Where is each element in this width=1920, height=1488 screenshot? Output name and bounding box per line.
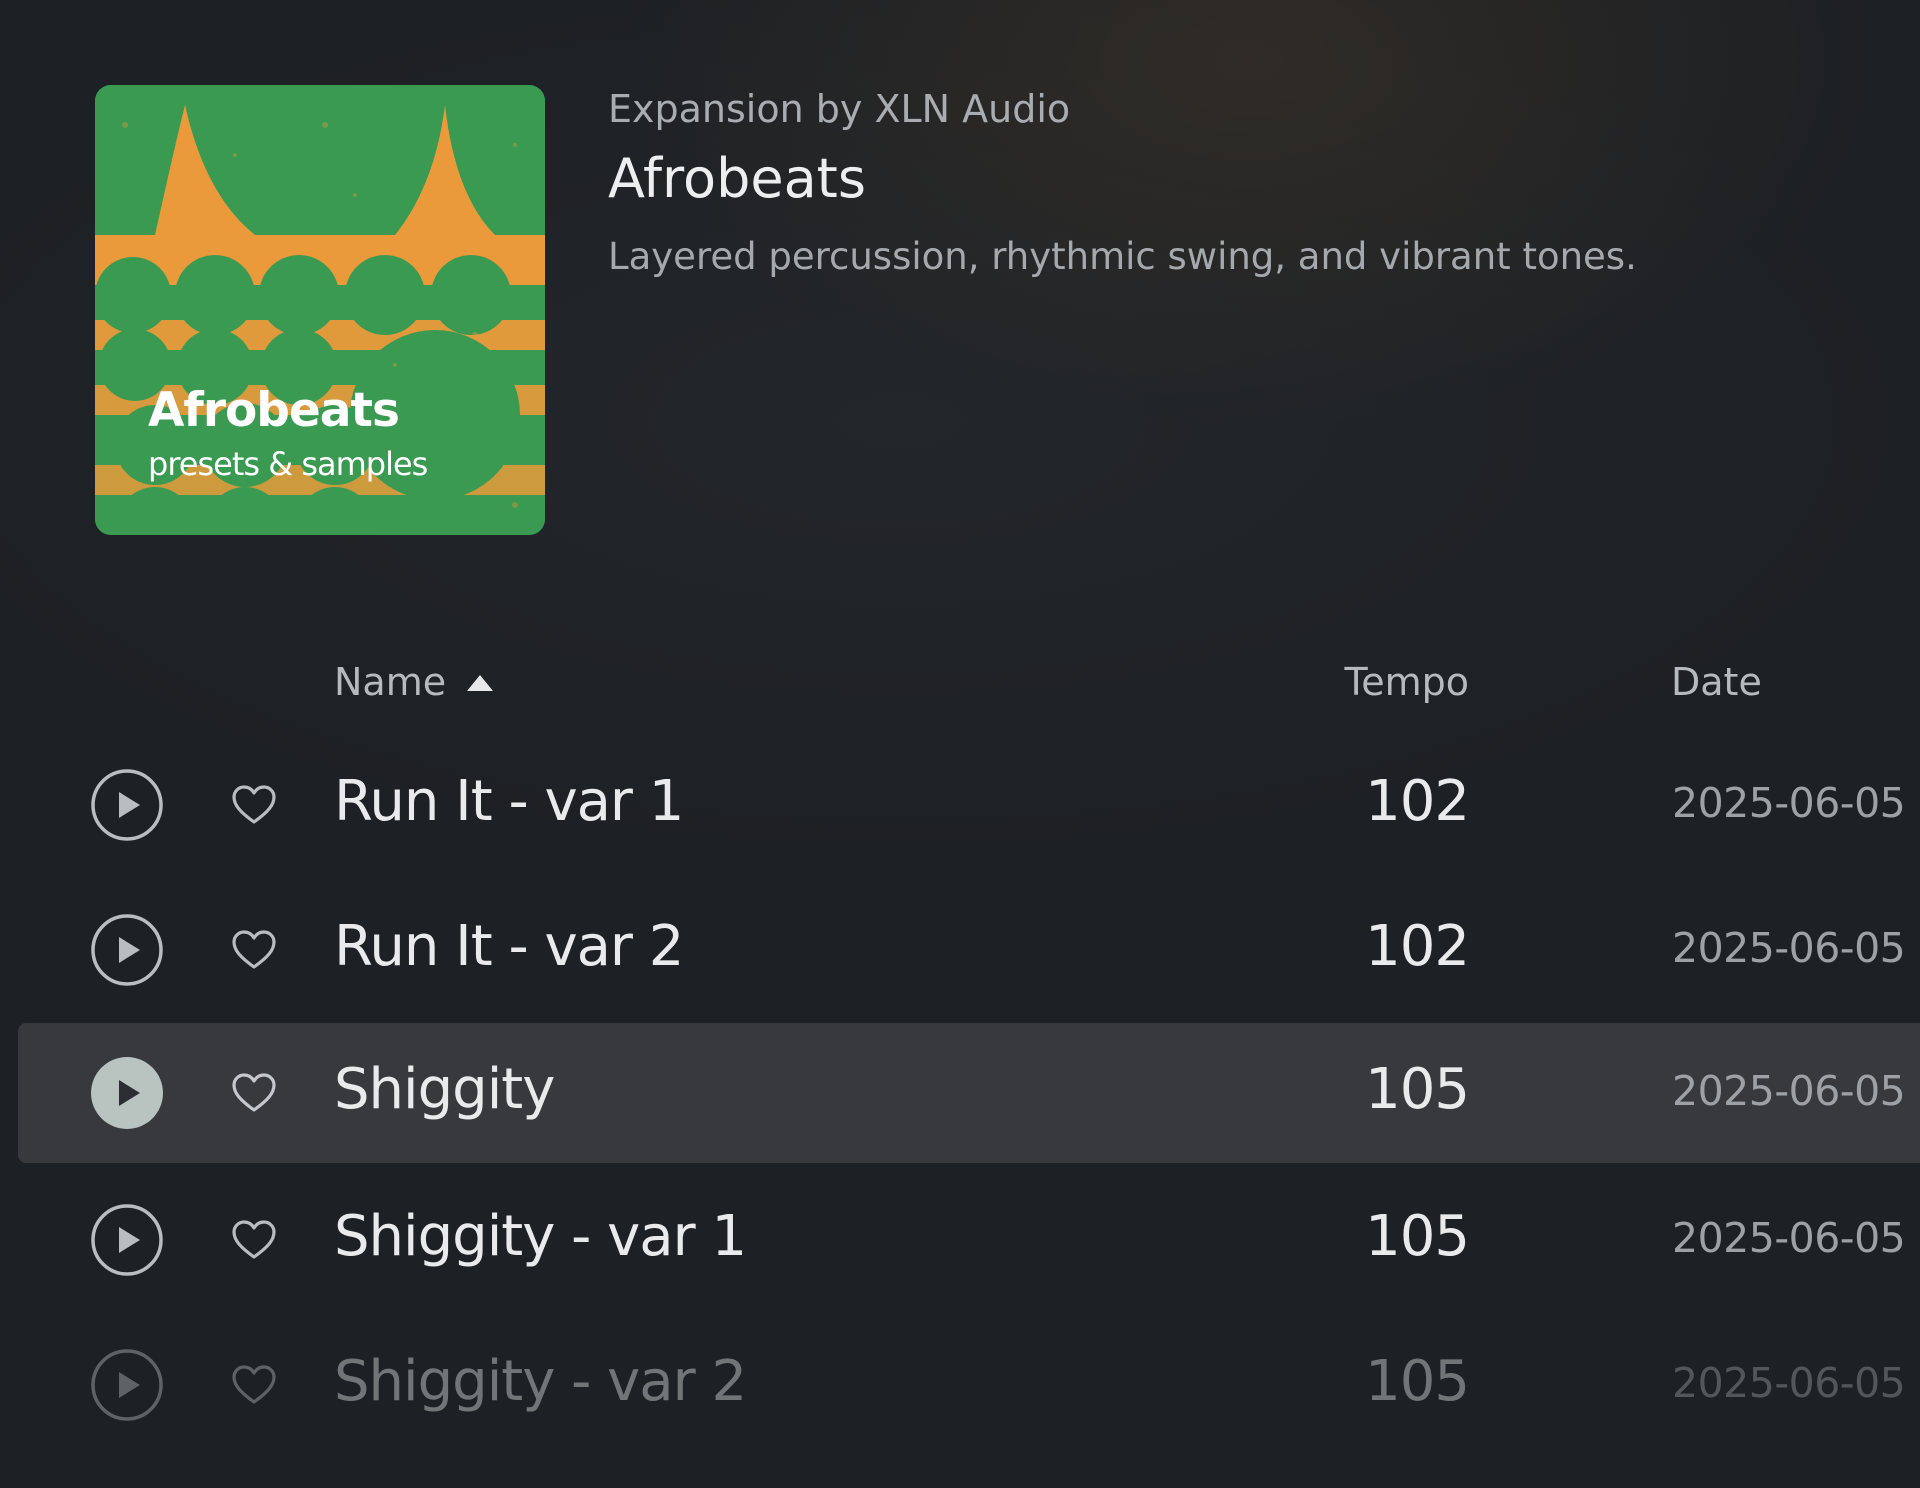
pack-header: Afrobeats presets & samples Expansion by…: [95, 85, 1920, 535]
play-icon[interactable]: [90, 1203, 164, 1277]
preset-date: 2025-06-05: [1672, 924, 1906, 972]
preset-name: Shiggity - var 2: [334, 1349, 747, 1414]
pack-cover-art: Afrobeats presets & samples: [95, 85, 545, 535]
table-row[interactable]: Run It - var 1 102 2025-06-05: [18, 735, 1920, 875]
play-icon[interactable]: [90, 913, 164, 987]
heart-icon[interactable]: [230, 781, 278, 829]
column-header-name[interactable]: Name: [334, 660, 446, 704]
preset-tempo: 102: [1365, 769, 1470, 834]
column-header-date[interactable]: Date: [1671, 660, 1762, 704]
preset-name: Shiggity - var 1: [334, 1204, 747, 1269]
table-row[interactable]: Run It - var 2 102 2025-06-05: [18, 880, 1920, 1020]
cover-title: Afrobeats: [148, 383, 400, 438]
play-icon[interactable]: [90, 1056, 164, 1130]
preset-date: 2025-06-05: [1672, 1359, 1906, 1407]
sort-ascending-icon[interactable]: [466, 674, 494, 692]
preset-name: Run It - var 2: [334, 914, 684, 979]
table-row[interactable]: Shiggity - var 2 105 2025-06-05: [18, 1315, 1920, 1455]
preset-tempo: 105: [1365, 1057, 1470, 1122]
preset-tempo: 102: [1365, 914, 1470, 979]
pack-title: Afrobeats: [608, 147, 866, 210]
heart-icon[interactable]: [230, 1216, 278, 1264]
table-header: Name Tempo Date: [0, 660, 1920, 710]
table-row-selected[interactable]: Shiggity 105 2025-06-05: [18, 1023, 1920, 1163]
column-header-tempo[interactable]: Tempo: [1344, 660, 1469, 704]
pack-by-line: Expansion by XLN Audio: [608, 87, 1071, 131]
preset-name: Run It - var 1: [334, 769, 684, 834]
play-icon[interactable]: [90, 768, 164, 842]
play-icon[interactable]: [90, 1348, 164, 1422]
preset-date: 2025-06-05: [1672, 1214, 1906, 1262]
cover-subtitle: presets & samples: [148, 445, 428, 483]
preset-date: 2025-06-05: [1672, 1067, 1906, 1115]
heart-icon[interactable]: [230, 926, 278, 974]
table-row[interactable]: Shiggity - var 1 105 2025-06-05: [18, 1170, 1920, 1310]
pack-description: Layered percussion, rhythmic swing, and …: [608, 235, 1637, 278]
preset-date: 2025-06-05: [1672, 779, 1906, 827]
preset-tempo: 105: [1365, 1204, 1470, 1269]
preset-name: Shiggity: [334, 1057, 555, 1122]
heart-icon[interactable]: [230, 1361, 278, 1409]
preset-tempo: 105: [1365, 1349, 1470, 1414]
heart-icon[interactable]: [230, 1069, 278, 1117]
